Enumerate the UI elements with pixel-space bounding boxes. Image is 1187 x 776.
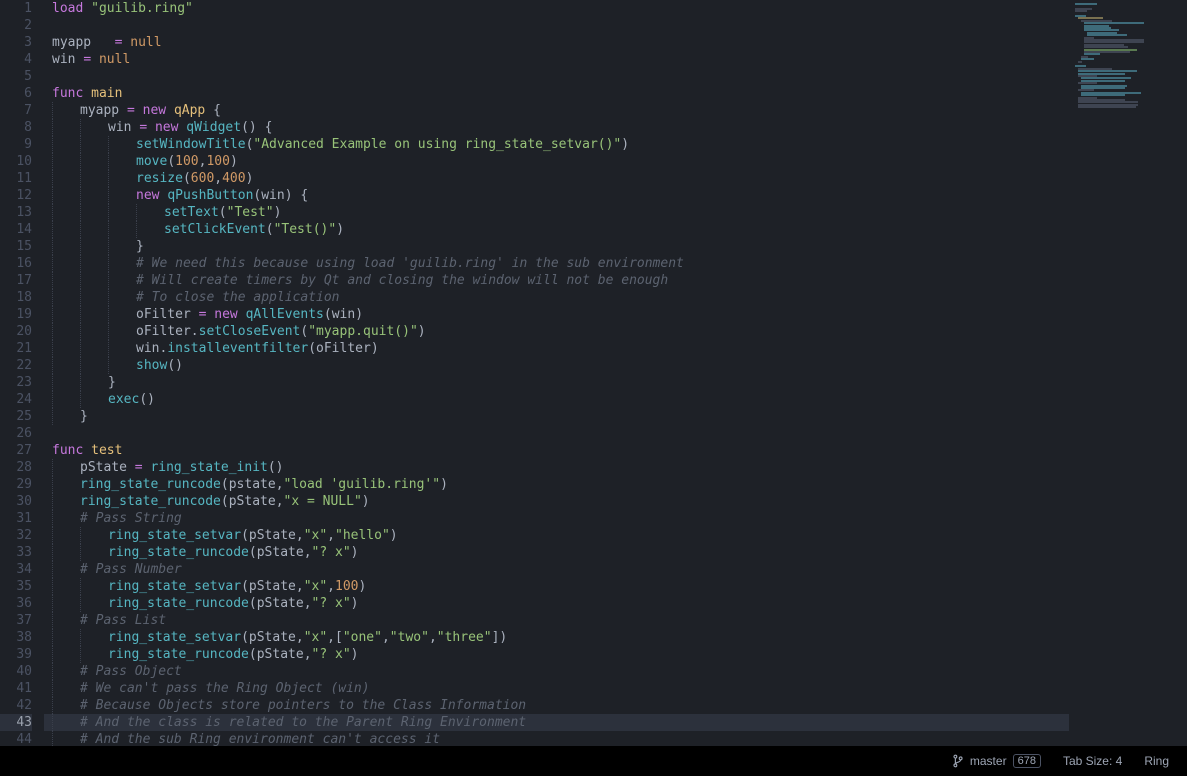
line-number[interactable]: 40 <box>0 663 32 680</box>
minimap[interactable] <box>1069 0 1187 746</box>
line-number[interactable]: 26 <box>0 425 32 442</box>
line-number[interactable]: 15 <box>0 238 32 255</box>
code-line[interactable]: win.installeventfilter(oFilter) <box>44 340 1187 357</box>
line-number[interactable]: 3 <box>0 34 32 51</box>
code-line[interactable]: } <box>44 408 1187 425</box>
line-number[interactable]: 11 <box>0 170 32 187</box>
line-number[interactable]: 41 <box>0 680 32 697</box>
line-number[interactable]: 37 <box>0 612 32 629</box>
line-number[interactable]: 4 <box>0 51 32 68</box>
code-line[interactable]: new qPushButton(win) { <box>44 187 1187 204</box>
line-number[interactable]: 8 <box>0 119 32 136</box>
line-number[interactable]: 7 <box>0 102 32 119</box>
code-line[interactable]: setWindowTitle("Advanced Example on usin… <box>44 136 1187 153</box>
code-line[interactable]: show() <box>44 357 1187 374</box>
code-line[interactable]: ring_state_setvar(pState,"x","hello") <box>44 527 1187 544</box>
git-branch-indicator[interactable]: master 678 <box>952 754 1041 768</box>
code-line[interactable]: pState = ring_state_init() <box>44 459 1187 476</box>
line-number[interactable]: 36 <box>0 595 32 612</box>
line-number[interactable]: 35 <box>0 578 32 595</box>
line-number[interactable]: 33 <box>0 544 32 561</box>
git-branch-icon <box>952 754 964 768</box>
line-number-gutter[interactable]: 1234567891011121314151617181920212223242… <box>0 0 44 746</box>
line-number[interactable]: 28 <box>0 459 32 476</box>
line-number[interactable]: 43 <box>0 714 32 731</box>
branch-name: master <box>970 754 1007 768</box>
code-line[interactable]: } <box>44 374 1187 391</box>
line-number[interactable]: 38 <box>0 629 32 646</box>
code-line[interactable]: setText("Test") <box>44 204 1187 221</box>
line-number[interactable]: 17 <box>0 272 32 289</box>
code-line[interactable]: resize(600,400) <box>44 170 1187 187</box>
code-line[interactable]: # Pass String <box>44 510 1187 527</box>
code-line[interactable] <box>44 17 1187 34</box>
code-line[interactable]: ring_state_runcode(pstate,"load 'guilib.… <box>44 476 1187 493</box>
line-number[interactable]: 10 <box>0 153 32 170</box>
code-line[interactable]: # Because Objects store pointers to the … <box>44 697 1187 714</box>
line-number[interactable]: 12 <box>0 187 32 204</box>
code-line[interactable]: # We can't pass the Ring Object (win) <box>44 680 1187 697</box>
line-number[interactable]: 29 <box>0 476 32 493</box>
line-number[interactable]: 2 <box>0 17 32 34</box>
code-line[interactable]: # Pass Object <box>44 663 1187 680</box>
code-editor[interactable]: 1234567891011121314151617181920212223242… <box>0 0 1187 746</box>
line-number[interactable]: 24 <box>0 391 32 408</box>
code-line[interactable]: myapp = new qApp { <box>44 102 1187 119</box>
line-number[interactable]: 9 <box>0 136 32 153</box>
line-number[interactable]: 23 <box>0 374 32 391</box>
code-line[interactable]: func test <box>44 442 1187 459</box>
code-line[interactable]: # Pass List <box>44 612 1187 629</box>
line-number[interactable]: 16 <box>0 255 32 272</box>
code-line[interactable]: # And the class is related to the Parent… <box>44 714 1187 731</box>
line-number[interactable]: 32 <box>0 527 32 544</box>
line-number[interactable]: 31 <box>0 510 32 527</box>
code-line[interactable]: oFilter.setCloseEvent("myapp.quit()") <box>44 323 1187 340</box>
code-line[interactable]: ring_state_setvar(pState,"x",100) <box>44 578 1187 595</box>
code-line[interactable]: setClickEvent("Test()") <box>44 221 1187 238</box>
tab-size-indicator[interactable]: Tab Size: 4 <box>1063 754 1122 768</box>
code-line[interactable]: # Pass Number <box>44 561 1187 578</box>
code-line[interactable]: } <box>44 238 1187 255</box>
code-line[interactable]: ring_state_runcode(pState,"x = NULL") <box>44 493 1187 510</box>
code-line[interactable]: # We need this because using load 'guili… <box>44 255 1187 272</box>
code-line[interactable]: ring_state_runcode(pState,"? x") <box>44 595 1187 612</box>
code-line[interactable] <box>44 68 1187 85</box>
status-bar: master 678 Tab Size: 4 Ring <box>0 746 1187 776</box>
line-number[interactable]: 42 <box>0 697 32 714</box>
code-line[interactable]: # To close the application <box>44 289 1187 306</box>
code-line[interactable]: ring_state_runcode(pState,"? x") <box>44 646 1187 663</box>
code-line[interactable]: ring_state_runcode(pState,"? x") <box>44 544 1187 561</box>
line-number[interactable]: 5 <box>0 68 32 85</box>
code-line[interactable]: # Will create timers by Qt and closing t… <box>44 272 1187 289</box>
code-line[interactable]: win = new qWidget() { <box>44 119 1187 136</box>
line-number[interactable]: 6 <box>0 85 32 102</box>
code-line[interactable]: func main <box>44 85 1187 102</box>
line-number[interactable]: 34 <box>0 561 32 578</box>
line-number[interactable]: 25 <box>0 408 32 425</box>
line-number[interactable]: 13 <box>0 204 32 221</box>
line-number[interactable]: 19 <box>0 306 32 323</box>
line-number[interactable]: 22 <box>0 357 32 374</box>
line-number[interactable]: 14 <box>0 221 32 238</box>
line-number[interactable]: 1 <box>0 0 32 17</box>
code-line[interactable]: move(100,100) <box>44 153 1187 170</box>
code-line[interactable]: oFilter = new qAllEvents(win) <box>44 306 1187 323</box>
line-number[interactable]: 18 <box>0 289 32 306</box>
code-area[interactable]: load "guilib.ring" myapp = nullwin = null… <box>44 0 1187 746</box>
code-line[interactable]: win = null <box>44 51 1187 68</box>
line-number[interactable]: 27 <box>0 442 32 459</box>
code-line[interactable] <box>44 425 1187 442</box>
line-number[interactable]: 21 <box>0 340 32 357</box>
language-indicator[interactable]: Ring <box>1144 754 1169 768</box>
code-line[interactable]: ring_state_setvar(pState,"x",["one","two… <box>44 629 1187 646</box>
git-change-count: 678 <box>1013 754 1041 768</box>
code-line[interactable]: myapp = null <box>44 34 1187 51</box>
code-line[interactable]: load "guilib.ring" <box>44 0 1187 17</box>
code-line[interactable]: exec() <box>44 391 1187 408</box>
line-number[interactable]: 39 <box>0 646 32 663</box>
line-number[interactable]: 20 <box>0 323 32 340</box>
line-number[interactable]: 30 <box>0 493 32 510</box>
